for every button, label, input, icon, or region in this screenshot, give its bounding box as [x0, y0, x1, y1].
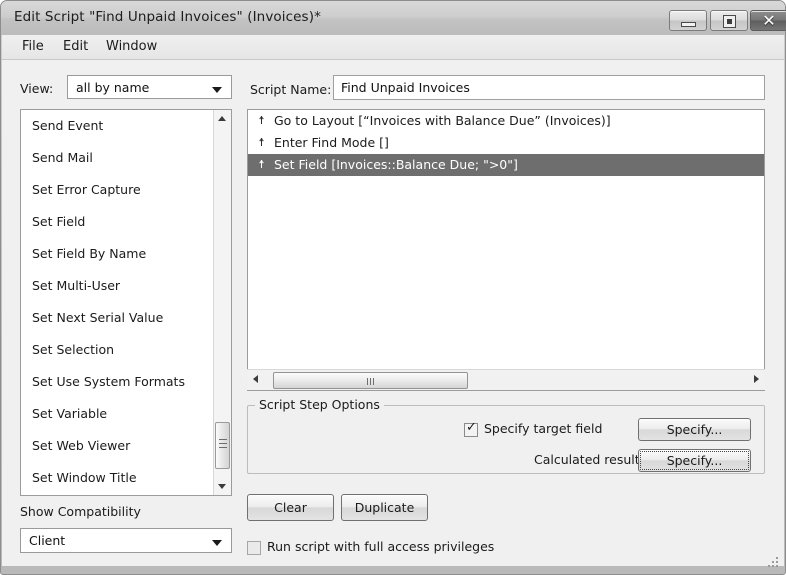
compatibility-dropdown[interactable]: Client — [20, 528, 232, 553]
menu-item-window[interactable]: Window — [100, 39, 163, 54]
drag-handle-icon[interactable]: ☨ — [257, 110, 266, 132]
window-titlebar: Edit Script "Find Unpaid Invoices" (Invo… — [1, 1, 786, 35]
menu-item-file[interactable]: File — [16, 39, 50, 54]
script-step-row[interactable]: ☨ Set Field [Invoices::Balance Due; ">0"] — [248, 154, 764, 176]
menu-item-edit[interactable]: Edit — [57, 39, 94, 54]
library-step-item[interactable]: Set Variable — [21, 398, 213, 430]
scroll-up-button[interactable] — [214, 110, 231, 127]
library-step-item[interactable]: Set Field By Name — [21, 238, 213, 270]
drag-handle-icon[interactable]: ☨ — [257, 154, 266, 176]
triangle-left-icon — [253, 375, 258, 383]
library-step-item[interactable]: Send Event — [21, 110, 213, 142]
library-scrollbar-thumb[interactable] — [215, 422, 230, 469]
full-access-privileges-label: Run script with full access privileges — [267, 539, 495, 554]
calculated-result-specify-button[interactable]: Specify... — [638, 449, 751, 472]
library-step-item[interactable]: Set Error Capture — [21, 174, 213, 206]
library-step-item[interactable]: Set Multi-User — [21, 270, 213, 302]
drag-handle-icon[interactable]: ☨ — [257, 132, 266, 154]
library-step-item[interactable]: Set Field — [21, 206, 213, 238]
script-scrollbar-thumb[interactable] — [273, 372, 468, 389]
edit-script-window: Edit Script "Find Unpaid Invoices" (Invo… — [0, 0, 786, 575]
library-step-item[interactable]: Set Window Title — [21, 462, 213, 494]
specify-target-field-button[interactable]: Specify... — [638, 418, 751, 441]
maximize-button[interactable] — [710, 10, 748, 31]
script-step-library-items: Send Event Send Mail Set Error Capture Set … — [21, 110, 213, 495]
triangle-down-icon — [218, 484, 226, 489]
script-steps-editor[interactable]: ☨ Go to Layout [“Invoices with Balance Du… — [247, 109, 765, 391]
script-step-text: Enter Find Mode [] — [274, 135, 389, 150]
duplicate-button[interactable]: Duplicate — [341, 494, 428, 521]
maximize-icon — [723, 15, 736, 28]
specify-target-field-checkbox[interactable]: ✓ — [464, 420, 478, 437]
compatibility-dropdown-value: Client — [29, 533, 66, 548]
script-name-input[interactable]: Find Unpaid Invoices — [333, 75, 765, 100]
chevron-down-icon — [212, 87, 222, 93]
close-icon: ✕ — [762, 11, 776, 30]
script-step-text: Go to Layout [“Invoices with Balance Due… — [274, 113, 611, 128]
window-title: Edit Script "Find Unpaid Invoices" (Invo… — [14, 9, 321, 25]
chevron-down-icon — [212, 540, 222, 546]
show-compatibility-label: Show Compatibility — [20, 504, 141, 519]
library-step-item[interactable]: Set Selection — [21, 334, 213, 366]
script-step-row[interactable]: ☨ Enter Find Mode [] — [248, 132, 764, 154]
triangle-right-icon — [754, 375, 759, 383]
script-name-label: Script Name: — [250, 82, 332, 97]
library-step-item[interactable]: Set Use System Formats — [21, 366, 213, 398]
view-dropdown[interactable]: all by name — [67, 75, 232, 99]
library-vertical-scrollbar[interactable] — [213, 110, 231, 495]
minimize-button[interactable] — [669, 10, 707, 31]
library-step-item[interactable]: Set Zoom Level — [21, 494, 213, 495]
close-button[interactable]: ✕ — [750, 10, 786, 31]
checkmark-icon: ✓ — [466, 420, 477, 435]
triangle-up-icon — [218, 116, 226, 121]
script-step-options-legend: Script Step Options — [255, 397, 384, 412]
script-name-value: Find Unpaid Invoices — [341, 80, 470, 95]
script-step-text: Set Field [Invoices::Balance Due; ">0"] — [274, 157, 518, 172]
library-step-item[interactable]: Set Web Viewer — [21, 430, 213, 462]
calculated-result-label: Calculated result: — [534, 452, 644, 467]
view-dropdown-value: all by name — [76, 80, 150, 95]
scroll-right-button[interactable] — [747, 370, 765, 390]
script-step-library-list[interactable]: Send Event Send Mail Set Error Capture Set … — [20, 109, 232, 496]
script-horizontal-scrollbar[interactable] — [247, 369, 765, 390]
view-label: View: — [20, 81, 54, 96]
minimize-icon — [681, 22, 696, 27]
scroll-down-button[interactable] — [214, 478, 231, 495]
grip-lines-icon — [367, 378, 368, 385]
full-access-privileges-checkbox[interactable] — [247, 541, 261, 555]
specify-target-field-label: Specify target field — [484, 421, 603, 436]
library-step-item[interactable]: Set Next Serial Value — [21, 302, 213, 334]
script-step-row[interactable]: ☨ Go to Layout [“Invoices with Balance Du… — [248, 110, 764, 132]
grip-lines-icon — [219, 439, 227, 440]
scroll-left-button[interactable] — [247, 370, 265, 390]
clear-button[interactable]: Clear — [247, 494, 334, 521]
resize-grip-icon[interactable] — [768, 557, 781, 570]
menubar: File Edit Window — [2, 35, 784, 60]
library-step-item[interactable]: Send Mail — [21, 142, 213, 174]
